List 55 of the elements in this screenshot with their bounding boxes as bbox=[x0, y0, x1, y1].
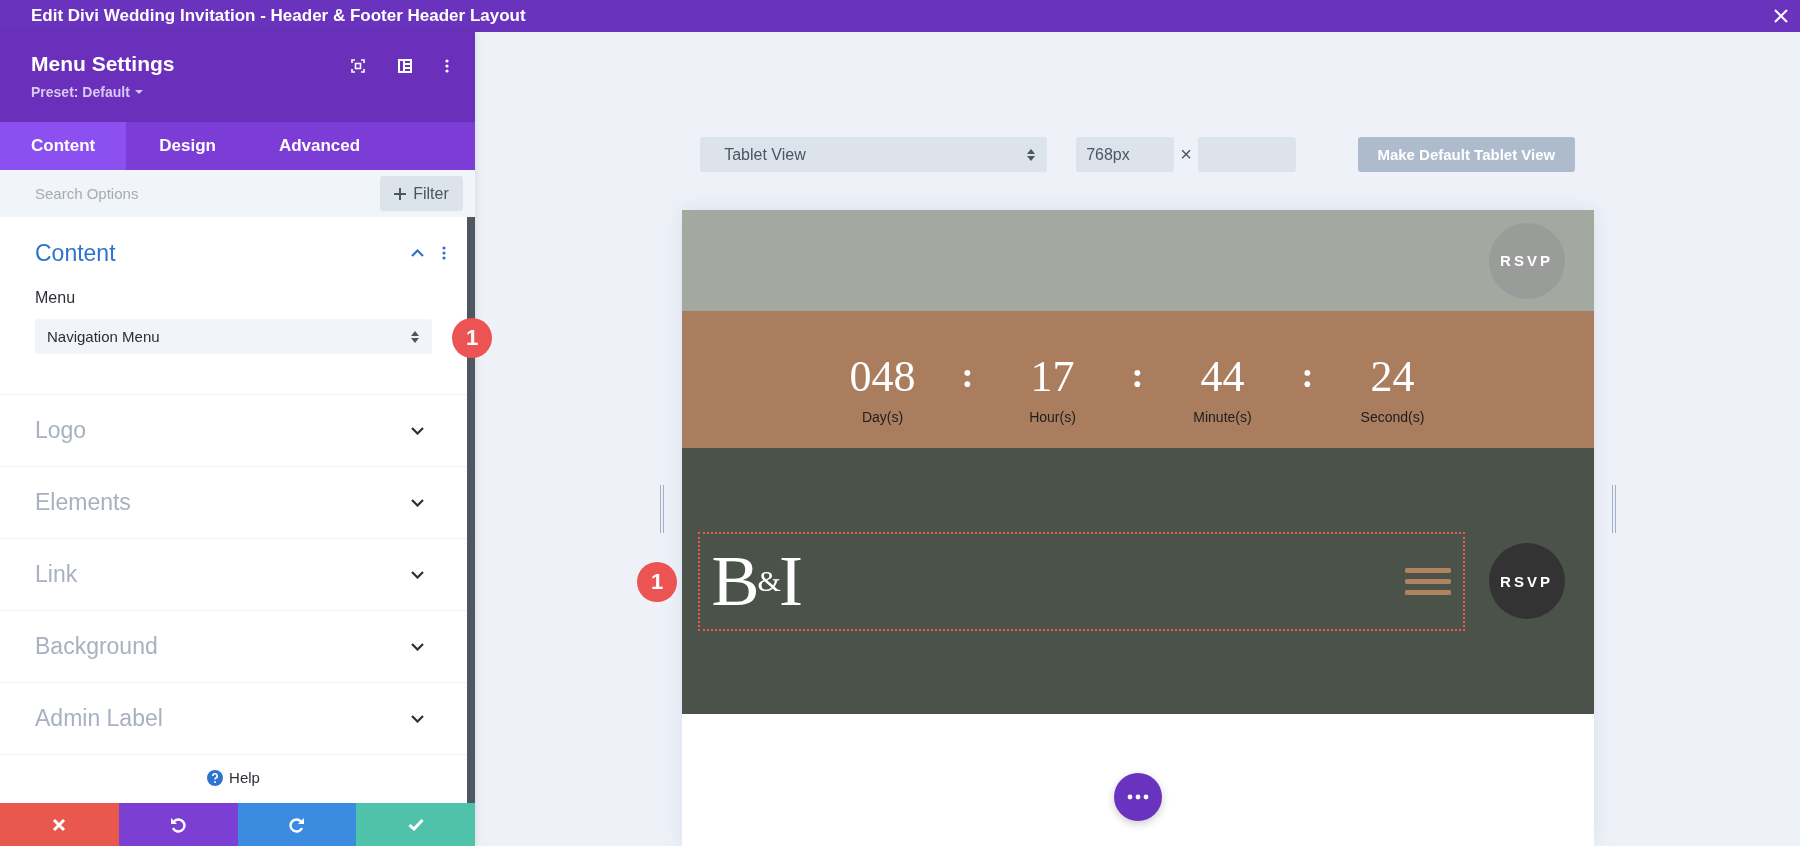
more-options-button[interactable] bbox=[1113, 773, 1162, 821]
resize-handle[interactable] bbox=[1611, 485, 1616, 533]
menu-module[interactable]: B&I bbox=[697, 531, 1465, 631]
close-icon[interactable] bbox=[52, 817, 67, 832]
step-badge: 1 bbox=[452, 318, 492, 358]
countdown-label: Hour(s) bbox=[1029, 409, 1076, 425]
countdown-number: 44 bbox=[1200, 355, 1245, 399]
countdown-label: Second(s) bbox=[1360, 409, 1425, 425]
panel-title: Menu Settings bbox=[31, 52, 175, 76]
settings-tab[interactable]: Content bbox=[0, 122, 127, 170]
filter-button[interactable]: Filter bbox=[380, 176, 463, 211]
close-icon[interactable] bbox=[1774, 9, 1788, 23]
help-icon[interactable] bbox=[207, 769, 224, 786]
plus-icon[interactable] bbox=[394, 187, 407, 200]
times-sign: × bbox=[1180, 143, 1192, 166]
countdown-label: Day(s) bbox=[861, 409, 904, 425]
countdown-number: 24 bbox=[1370, 355, 1415, 399]
window-title: Edit Divi Wedding Invitation - Header & Footer Header Layout bbox=[31, 6, 526, 26]
focus-icon[interactable] bbox=[351, 59, 365, 73]
rsvp-button[interactable]: RSVP bbox=[1488, 543, 1565, 619]
countdown-separator: : bbox=[961, 357, 974, 393]
chevron-down-icon[interactable] bbox=[411, 714, 424, 723]
view-select[interactable]: Tablet View bbox=[700, 137, 1048, 172]
countdown-number: 048 bbox=[849, 355, 916, 399]
width-field[interactable]: 768px bbox=[1076, 137, 1175, 172]
search-field[interactable]: Search Options bbox=[35, 185, 235, 202]
countdown-separator: : bbox=[1131, 357, 1144, 393]
settings-tab[interactable]: Advanced bbox=[247, 122, 392, 170]
chevron-down-icon[interactable] bbox=[411, 426, 424, 435]
more-icon[interactable] bbox=[442, 246, 446, 260]
redo-icon[interactable] bbox=[288, 816, 305, 833]
countdown-label: Minute(s) bbox=[1193, 409, 1252, 425]
check-icon[interactable] bbox=[407, 818, 424, 831]
select-arrows-icon[interactable] bbox=[411, 330, 419, 343]
layout-icon[interactable] bbox=[398, 59, 412, 73]
select-arrows-icon[interactable] bbox=[1027, 148, 1036, 161]
preset-dropdown[interactable]: Preset: Default bbox=[31, 84, 175, 100]
chevron-down-icon[interactable] bbox=[411, 498, 424, 507]
resize-handle[interactable] bbox=[659, 485, 664, 533]
countdown-separator: : bbox=[1301, 357, 1314, 393]
field-label: Menu bbox=[35, 289, 77, 307]
caret-icon[interactable] bbox=[134, 89, 143, 95]
section-title[interactable]: Content bbox=[35, 239, 116, 267]
chevron-down-icon[interactable] bbox=[411, 642, 424, 651]
more-icon[interactable] bbox=[1126, 794, 1149, 800]
logo[interactable]: B&I bbox=[711, 545, 803, 617]
countdown-number: 17 bbox=[1030, 355, 1075, 399]
help-link[interactable]: Help bbox=[207, 755, 260, 786]
menu-select[interactable]: Navigation Menu bbox=[35, 319, 432, 354]
settings-tab[interactable]: Design bbox=[126, 122, 248, 170]
step-badge: 1 bbox=[637, 562, 677, 602]
chevron-up-icon[interactable] bbox=[411, 249, 424, 257]
chevron-down-icon[interactable] bbox=[411, 570, 424, 579]
undo-icon[interactable] bbox=[170, 816, 187, 833]
more-icon[interactable] bbox=[445, 59, 449, 73]
